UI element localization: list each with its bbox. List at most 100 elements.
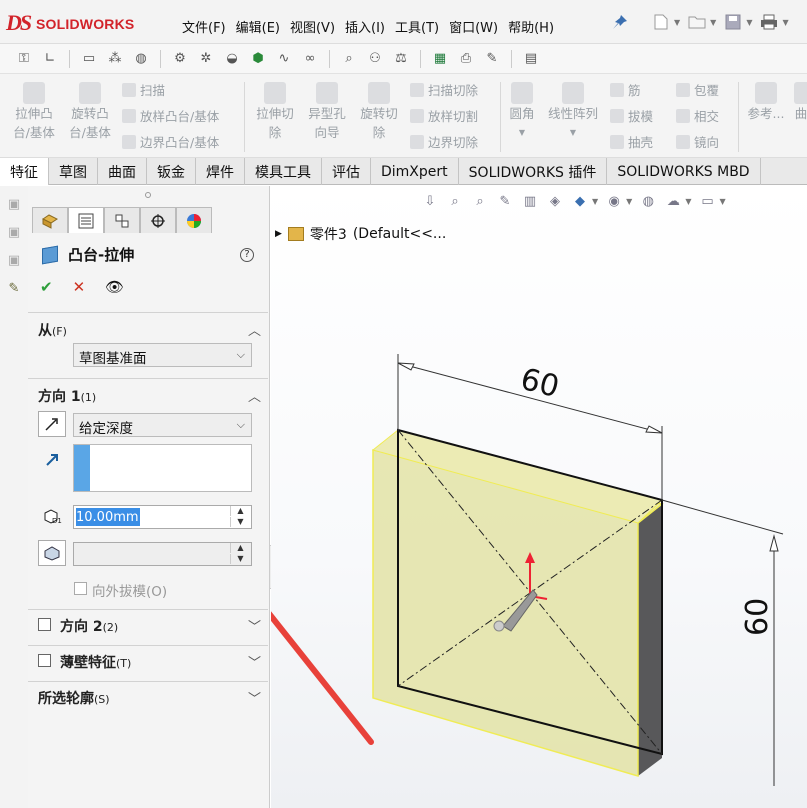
- new-document-icon[interactable]: [650, 12, 672, 32]
- property-manager-tab-icon[interactable]: [68, 207, 104, 233]
- gear-icon[interactable]: ⚙: [170, 49, 190, 69]
- chevron-down-icon[interactable]: ▼: [782, 18, 788, 27]
- hole-wizard-button[interactable]: 异型孔 向导: [304, 80, 350, 142]
- bowl-icon[interactable]: ◒: [222, 49, 242, 69]
- spin-up-icon[interactable]: ▲: [230, 543, 250, 553]
- revolve-boss-button[interactable]: 旋转凸 台/基体: [64, 80, 116, 142]
- thin-feature-checkbox[interactable]: [38, 654, 51, 667]
- from-select[interactable]: 草图基准面 ⌵: [73, 343, 252, 367]
- view-settings-monitor-icon[interactable]: ▭: [698, 192, 716, 210]
- linear-pattern-button[interactable]: 线性阵列 ▼: [544, 80, 602, 142]
- chevron-down-icon[interactable]: ▼: [719, 197, 725, 206]
- expand-triangle-icon[interactable]: ▶: [275, 229, 282, 239]
- excel-icon[interactable]: ▦: [430, 49, 450, 69]
- globe-icon[interactable]: ◍: [131, 49, 151, 69]
- tab-evaluate[interactable]: 评估: [322, 158, 371, 185]
- swept-cut-button[interactable]: 扫描切除: [410, 80, 478, 99]
- menu-file[interactable]: 文件(F): [180, 17, 234, 36]
- configuration-manager-tab-icon[interactable]: [104, 207, 140, 233]
- end-condition-select[interactable]: 给定深度 ⌵: [73, 413, 252, 437]
- detailed-preview-icon[interactable]: 👁: [105, 278, 124, 296]
- tab-sheet-metal[interactable]: 钣金: [147, 158, 196, 185]
- spring-icon[interactable]: ∿: [274, 49, 294, 69]
- scene-icon[interactable]: ☁: [664, 192, 682, 210]
- solidworks-logo[interactable]: DS SOLIDWORKS: [6, 10, 156, 36]
- from-section-header[interactable]: 从(F): [38, 320, 67, 340]
- spin-down-icon[interactable]: ▼: [230, 517, 250, 527]
- menu-help[interactable]: 帮助(H): [506, 17, 562, 36]
- shell-button[interactable]: 抽壳: [610, 132, 653, 151]
- sketch-corner-icon[interactable]: ∟: [40, 49, 60, 69]
- tab-weldments[interactable]: 焊件: [196, 158, 245, 185]
- graphics-area[interactable]: 60 60 ⇩ ⌕ ⌕ ✎ ▥ ◈ ◆ ▼ ◉ ▼ ◍ ☁ ▼ ▭ ▼ ▶ 零件…: [271, 186, 807, 808]
- save-icon[interactable]: [722, 12, 744, 32]
- hide-show-icon[interactable]: ◉: [605, 192, 623, 210]
- part-name[interactable]: 零件3: [310, 224, 347, 244]
- feature-icon[interactable]: ▣: [4, 250, 24, 270]
- curves-button[interactable]: 曲: [794, 80, 807, 123]
- menu-insert[interactable]: 插入(I): [343, 17, 393, 36]
- mirror-button[interactable]: 镜向: [676, 132, 719, 151]
- extrude-boss-button[interactable]: 拉伸凸 台/基体: [8, 80, 60, 142]
- sheet-icon[interactable]: ▤: [521, 49, 541, 69]
- dimension-height-text[interactable]: 60: [740, 598, 775, 636]
- chevron-down-icon[interactable]: ﹀: [248, 652, 261, 671]
- people-icon[interactable]: ⚇: [365, 49, 385, 69]
- depth-input[interactable]: [76, 508, 224, 526]
- monitor-icon[interactable]: ▭: [79, 49, 99, 69]
- pin-icon[interactable]: [612, 14, 628, 30]
- chevron-down-icon[interactable]: ▼: [504, 123, 540, 142]
- reverse-direction-button[interactable]: [38, 411, 66, 437]
- draft-toggle-button[interactable]: [38, 540, 66, 566]
- magnifier-icon[interactable]: ⌕: [339, 49, 359, 69]
- panel-grip[interactable]: [145, 192, 151, 198]
- feature-icon[interactable]: ▣: [4, 222, 24, 242]
- extrude-handle[interactable]: [493, 620, 505, 632]
- chevron-down-icon[interactable]: ▼: [710, 18, 716, 27]
- selected-contours-section-header[interactable]: 所选轮廓(S): [38, 688, 110, 708]
- scale-icon[interactable]: ⚖: [391, 49, 411, 69]
- chevron-up-icon[interactable]: ︿: [248, 386, 261, 405]
- assembly-icon[interactable]: ⁂: [105, 49, 125, 69]
- zoom-to-fit-icon[interactable]: ⌕: [446, 192, 464, 210]
- menu-edit[interactable]: 编辑(E): [234, 17, 288, 36]
- appearance-icon[interactable]: ◍: [639, 192, 657, 210]
- fillet-button[interactable]: 圆角 ▼: [504, 80, 540, 142]
- tab-sketch[interactable]: 草图: [49, 158, 98, 185]
- section-view-icon[interactable]: ▥: [521, 192, 539, 210]
- box-side-face[interactable]: [638, 504, 662, 776]
- direction2-checkbox[interactable]: [38, 618, 51, 631]
- help-icon[interactable]: ?: [240, 248, 254, 262]
- cog-icon[interactable]: ✲: [196, 49, 216, 69]
- sketch-tool-icon[interactable]: ✎: [4, 278, 24, 298]
- tab-surfaces[interactable]: 曲面: [98, 158, 147, 185]
- rib-button[interactable]: 筋: [610, 80, 641, 99]
- print-icon[interactable]: [758, 12, 780, 32]
- chevron-down-icon[interactable]: ﹀: [248, 688, 261, 707]
- thin-feature-section-header[interactable]: 薄壁特征(T): [60, 652, 131, 672]
- menu-tools[interactable]: 工具(T): [393, 17, 447, 36]
- open-document-icon[interactable]: [686, 12, 708, 32]
- draft-outward-checkbox[interactable]: [74, 582, 87, 595]
- tab-mold-tools[interactable]: 模具工具: [245, 158, 322, 185]
- depth-spinbox[interactable]: ▲ ▼: [73, 505, 252, 529]
- lofted-cut-button[interactable]: 放样切割: [410, 106, 478, 125]
- menu-window[interactable]: 窗口(W): [447, 17, 506, 36]
- chevron-down-icon[interactable]: ﹀: [248, 616, 261, 635]
- revolve-cut-button[interactable]: 旋转切 除: [356, 80, 402, 142]
- chevron-down-icon[interactable]: ▼: [592, 197, 598, 206]
- tab-features[interactable]: 特征: [0, 158, 49, 185]
- display-manager-tab-icon[interactable]: [176, 207, 212, 233]
- intersect-button[interactable]: 相交: [676, 106, 719, 125]
- tab-addins[interactable]: SOLIDWORKS 插件: [459, 158, 608, 185]
- shield-icon[interactable]: ⬢: [248, 49, 268, 69]
- dimxpert-manager-tab-icon[interactable]: [140, 207, 176, 233]
- boundary-boss-button[interactable]: 边界凸台/基体: [122, 132, 219, 151]
- chevron-down-icon[interactable]: ▼: [626, 197, 632, 206]
- extrude-cut-button[interactable]: 拉伸切 除: [252, 80, 298, 142]
- spin-up-icon[interactable]: ▲: [230, 506, 250, 516]
- reference-geometry-button[interactable]: 参考...: [744, 80, 788, 123]
- view-orientation-cube-icon[interactable]: ◆: [571, 192, 589, 210]
- previous-view-icon[interactable]: ✎: [496, 192, 514, 210]
- boundary-cut-button[interactable]: 边界切除: [410, 132, 478, 151]
